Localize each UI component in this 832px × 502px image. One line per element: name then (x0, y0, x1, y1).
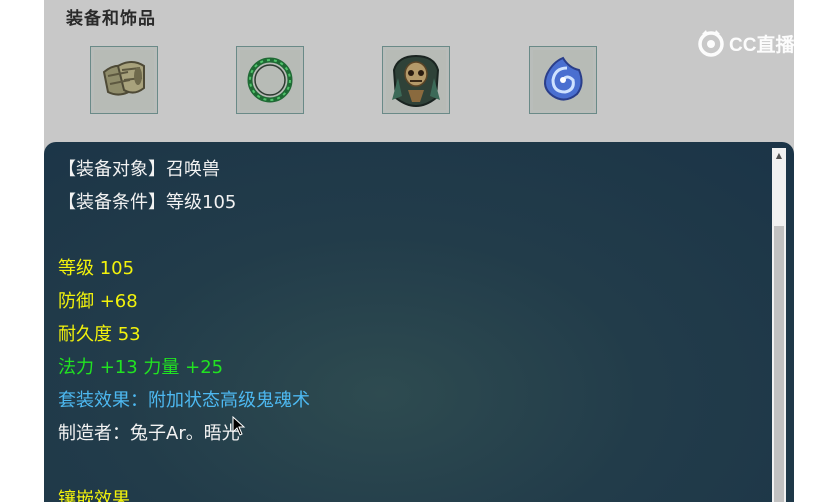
equipment-slot-2[interactable] (236, 46, 304, 114)
scroll-up-arrow-icon[interactable]: ▲ (772, 150, 786, 162)
scrollbar-thumb[interactable] (774, 226, 784, 502)
tooltip-line-level: 等级 105 (58, 258, 135, 279)
thorn-ring-icon (240, 50, 300, 110)
cc-logo-icon (698, 30, 724, 57)
tooltip-line-inlay-effect: 镶嵌效果 (58, 489, 130, 502)
tooltip-line-bonus-stats: 法力 +13 力量 +25 (58, 357, 224, 378)
blue-spiral-orb-icon (533, 50, 593, 110)
tooltip-line-durability: 耐久度 53 (58, 324, 141, 345)
item-tooltip: 【装备对象】召唤兽 【装备条件】等级105 等级 105 防御 +68 耐久度 … (44, 142, 794, 502)
skull-armor-icon (386, 50, 446, 110)
armor-bracer-icon (94, 50, 154, 110)
tooltip-scrollbar[interactable]: ▲ (772, 148, 786, 502)
screen: 装备和饰品 【装备对象】召唤兽 【装备条件】等级105 等级 105 防御 +6… (0, 0, 832, 502)
tooltip-line-defense: 防御 +68 (58, 291, 138, 312)
mouse-cursor-icon (232, 415, 246, 440)
section-title: 装备和饰品 (66, 9, 156, 29)
equipment-slot-4[interactable] (529, 46, 597, 114)
tooltip-line-equip-condition: 【装备条件】等级105 (58, 192, 237, 213)
tooltip-line-equip-target: 【装备对象】召唤兽 (58, 159, 220, 180)
equipment-slot-1[interactable] (90, 46, 158, 114)
tooltip-line-maker: 制造者：兔子Ar。晤光 (58, 423, 240, 444)
tooltip-line-blank (58, 219, 310, 252)
equipment-slot-3[interactable] (382, 46, 450, 114)
cc-live-watermark: CC直播 (696, 28, 794, 58)
tooltip-line-set-effect: 套装效果：附加状态高级鬼魂术 (58, 390, 310, 411)
tooltip-line-blank-2 (58, 450, 310, 483)
watermark-text: CC直播 (729, 34, 795, 56)
tooltip-text: 【装备对象】召唤兽 【装备条件】等级105 等级 105 防御 +68 耐久度 … (58, 153, 310, 502)
